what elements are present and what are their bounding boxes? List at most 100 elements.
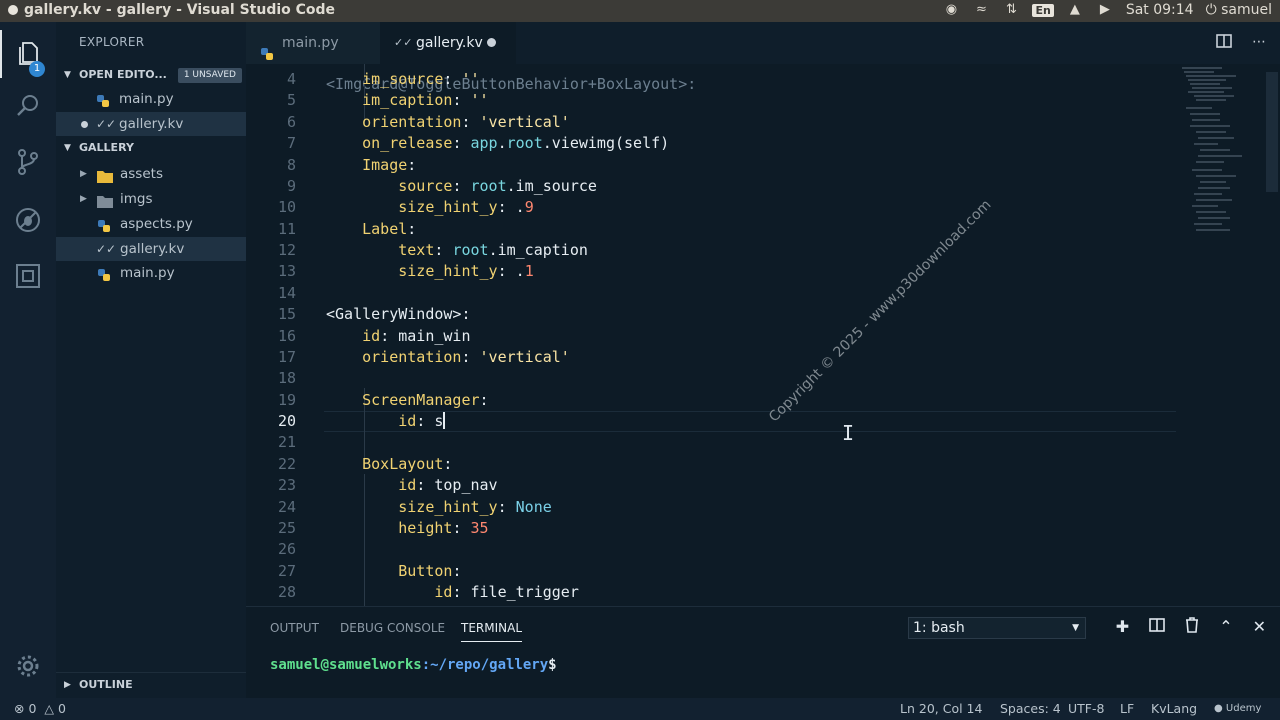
- line-number: 28: [277, 583, 296, 601]
- code-text: on_release: app.root.viewimg(self): [362, 134, 670, 153]
- extensions-icon[interactable]: [0, 252, 56, 300]
- chevron-right-icon: ▶: [80, 194, 87, 204]
- line-number: 26: [277, 540, 296, 559]
- line-number: 16: [277, 326, 296, 345]
- minimap[interactable]: [1176, 64, 1266, 244]
- code-line: 19 ScreenManager:: [246, 390, 1280, 411]
- encoding[interactable]: UTF-8: [1068, 698, 1104, 720]
- line-number: 27: [277, 561, 296, 580]
- user-menu[interactable]: ⏻ samuel: [1206, 2, 1272, 18]
- network-icon[interactable]: ⇅: [1002, 2, 1020, 18]
- code-text: size_hint_y: .1: [398, 262, 534, 281]
- line-number: 21: [277, 433, 296, 452]
- code-line: 15 <GalleryWindow>:: [246, 304, 1280, 325]
- outline-section-header[interactable]: ▶ OUTLINE: [56, 672, 246, 698]
- open-editor-gallery-kv[interactable]: ✓✓ gallery.kv: [56, 112, 246, 136]
- error-icon: ⊗: [14, 701, 25, 716]
- code-line: 9 source: root.im_source: [246, 176, 1280, 197]
- line-number: 15: [277, 305, 296, 324]
- code-text: Label:: [362, 219, 417, 238]
- code-text: height: 35: [398, 518, 489, 537]
- notification-bell-icon[interactable]: ▲: [1066, 2, 1084, 18]
- search-icon[interactable]: [0, 82, 56, 130]
- cursor-position[interactable]: Ln 20, Col 14: [900, 698, 982, 720]
- line-number: 22: [277, 454, 296, 473]
- folder-imgs[interactable]: ▶ imgs: [56, 187, 246, 211]
- unsaved-dot-icon[interactable]: [487, 38, 496, 47]
- text-caret: [443, 412, 445, 429]
- tab-main-py[interactable]: main.py: [246, 22, 380, 64]
- open-editors-header[interactable]: ▼ OPEN EDITO... 1 UNSAVED: [56, 64, 246, 86]
- text-cursor-icon: I: [842, 421, 855, 445]
- line-number: 12: [277, 241, 296, 259]
- code-editor[interactable]: <ImgCard@ToggleButtonBehavior+BoxLayout>…: [246, 64, 1280, 606]
- code-line: 20 id: s: [246, 411, 1280, 432]
- code-line: 4 im_source: '': [246, 69, 1280, 90]
- code-text: <GalleryWindow>:: [326, 305, 471, 324]
- power-icon: ⏻: [1205, 2, 1217, 18]
- trash-icon[interactable]: [1185, 617, 1199, 637]
- code-line: 28 id: file_trigger: [246, 582, 1280, 603]
- file-gallery-kv[interactable]: ✓✓ gallery.kv: [56, 237, 246, 261]
- terminal-prompt[interactable]: samuel@samuelworks:~/repo/gallery$: [270, 657, 557, 673]
- code-text: id: file_trigger: [434, 583, 579, 601]
- python-file-icon: [96, 92, 110, 107]
- code-line: 7 on_release: app.root.viewimg(self): [246, 133, 1280, 154]
- maximize-panel-icon[interactable]: ⌃: [1219, 617, 1232, 637]
- source-control-icon[interactable]: [0, 138, 56, 186]
- line-number: 13: [277, 262, 296, 281]
- code-text: Button:: [398, 561, 462, 580]
- chevron-down-icon: ▼: [64, 70, 71, 80]
- code-text: id: s: [398, 412, 445, 430]
- clock[interactable]: Sat 09:14: [1126, 2, 1194, 18]
- file-aspects-py[interactable]: aspects.py: [56, 212, 246, 236]
- tab-debug-console[interactable]: DEBUG CONSOLE: [340, 621, 445, 635]
- split-editor-icon[interactable]: [1216, 34, 1232, 52]
- editor-actions: ⋯: [1216, 34, 1266, 52]
- debug-icon[interactable]: [0, 196, 56, 244]
- code-line: 11 Label:: [246, 219, 1280, 240]
- line-ending[interactable]: LF: [1120, 698, 1134, 720]
- code-text: id: top_nav: [398, 476, 498, 495]
- language-indicator[interactable]: En: [1032, 3, 1054, 17]
- unsaved-dot-icon: [81, 121, 88, 128]
- gallery-folder-header[interactable]: ▼ GALLERY: [56, 137, 246, 159]
- problems-indicator[interactable]: ⊗ 0 △ 0: [14, 698, 66, 720]
- tab-gallery-kv[interactable]: ✓✓ gallery.kv: [380, 22, 516, 64]
- open-editor-main-py[interactable]: main.py: [56, 87, 246, 111]
- volume-icon[interactable]: ▶: [1096, 2, 1114, 18]
- split-terminal-icon[interactable]: [1149, 617, 1165, 637]
- code-line: 5 im_caption: '': [246, 90, 1280, 111]
- indentation[interactable]: Spaces: 4: [1000, 698, 1061, 720]
- code-line: 17 orientation: 'vertical': [246, 347, 1280, 368]
- code-text: id: main_win: [362, 326, 471, 345]
- python-file-icon: [97, 217, 111, 232]
- kv-file-icon: ✓✓: [394, 36, 413, 49]
- close-dot-icon[interactable]: [8, 5, 18, 15]
- explorer-icon[interactable]: 1: [0, 30, 56, 78]
- tab-terminal[interactable]: TERMINAL: [461, 621, 523, 642]
- udemy-logo: ● Udemy: [1214, 703, 1262, 714]
- camera-icon[interactable]: ◉: [942, 2, 960, 18]
- explorer-badge: 1: [29, 61, 45, 77]
- close-panel-icon[interactable]: ✕: [1253, 617, 1266, 637]
- code-text: BoxLayout:: [362, 454, 453, 473]
- bottom-panel: OUTPUT DEBUG CONSOLE TERMINAL 1: bash ▼ …: [246, 606, 1280, 698]
- line-number: 5: [286, 91, 296, 110]
- tab-output[interactable]: OUTPUT: [270, 621, 319, 635]
- settings-gear-icon[interactable]: [0, 642, 56, 690]
- new-terminal-icon[interactable]: ✚: [1116, 617, 1129, 637]
- terminal-selector[interactable]: 1: bash ▼: [908, 617, 1086, 639]
- language-mode[interactable]: KvLang: [1151, 698, 1197, 720]
- file-main-py[interactable]: main.py: [56, 261, 246, 285]
- code-text: source: root.im_source: [398, 176, 597, 195]
- line-number: 23: [277, 476, 296, 495]
- folder-assets[interactable]: ▶ assets: [56, 162, 246, 186]
- code-line: 14: [246, 283, 1280, 304]
- line-number: 17: [277, 347, 296, 366]
- editor-scrollbar[interactable]: [1266, 72, 1278, 192]
- more-actions-icon[interactable]: ⋯: [1252, 34, 1266, 52]
- code-line: 10 size_hint_y: .9: [246, 197, 1280, 218]
- chevron-right-icon: ▶: [64, 680, 71, 690]
- updates-icon[interactable]: ≈: [972, 2, 990, 18]
